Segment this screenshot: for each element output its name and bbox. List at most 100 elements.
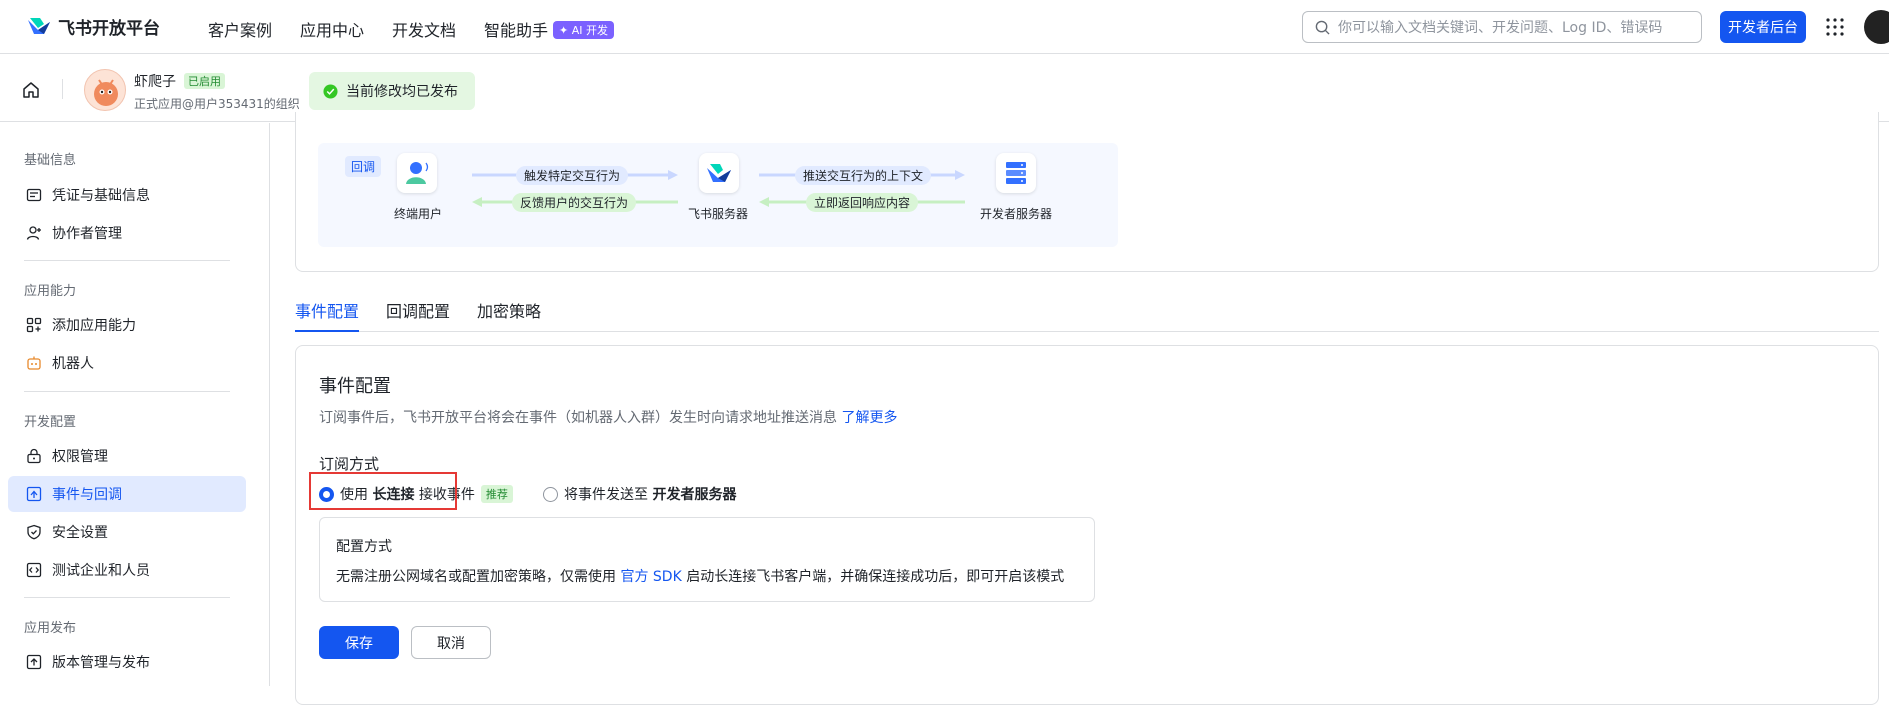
sidebar-section-app-capabilities: 应用能力 [24,284,77,299]
tab-callback-config[interactable]: 回调配置 [386,298,450,332]
radio-option-developer-server[interactable]: 将事件发送至 开发者服务器 [543,484,736,504]
sidebar-item-security[interactable]: 安全设置 [8,514,246,550]
feishu-logo-icon [707,164,731,182]
save-button[interactable]: 保存 [319,626,399,659]
config-mode-box [319,517,1095,602]
sidebar-divider [24,391,230,392]
brand-logo[interactable]: 飞书开放平台 [26,14,160,39]
end-user-node [397,153,437,193]
sidebar-divider [24,597,230,598]
learn-more-link[interactable]: 了解更多 [841,410,897,426]
sidebar-section-app-release: 应用发布 [24,621,77,636]
search-input[interactable]: 你可以输入文档关键词、开发问题、Log ID、错误码 [1302,11,1702,43]
feishu-server-node [699,153,739,193]
description-text: 订阅事件后，飞书开放平台将会在事件（如机器人入群）发生时向请求地址推送消息 [319,410,837,426]
user-avatar[interactable] [1864,10,1889,44]
mode-desc-text: 无需注册公网域名或配置加密策略，仅需使用 [336,569,616,585]
callback-tag: 回调 [345,156,382,177]
end-user-label: 终端用户 [394,207,443,221]
sidebar-item-label: 凭证与基础信息 [52,188,150,204]
sidebar-item-label: 机器人 [52,356,94,372]
sidebar-item-label: 协作者管理 [52,226,122,242]
feishu-logo-icon [28,17,50,34]
option-prefix: 将事件发送至 [564,487,648,503]
sidebar: 基础信息 凭证与基础信息 协作者管理 应用能力 添加应用能力 机器人 开发配置 … [0,123,270,686]
ai-badge: ✦ AI 开发 [553,21,614,39]
nav-link-customer-cases[interactable]: 客户案例 [208,17,272,41]
subscribe-method-label: 订阅方式 [319,455,380,473]
app-avatar [84,69,126,111]
sidebar-item-label: 测试企业和人员 [52,563,150,579]
app-organization: 正式应用@用户353431的组织 [134,97,300,111]
sidebar-item-label: 安全设置 [52,525,108,541]
publish-status-tag: 当前修改均已发布 [309,72,475,110]
section-title: 事件配置 [319,376,391,397]
home-icon[interactable] [22,81,40,99]
highlight-box [309,472,457,510]
upload-icon [26,654,42,670]
flow-label-return-response: 立即返回响应内容 [806,193,919,212]
official-sdk-link[interactable]: 官方 SDK [620,569,681,585]
sidebar-item-test-org[interactable]: 测试企业和人员 [8,552,246,588]
tab-event-config[interactable]: 事件配置 [295,298,360,332]
apps-grid-icon[interactable] [1826,18,1844,36]
sidebar-divider [24,260,230,261]
sidebar-item-version-release[interactable]: 版本管理与发布 [8,644,246,680]
shrimp-avatar-icon [94,79,118,106]
developer-server-node [996,153,1036,193]
top-navbar: 飞书开放平台 客户案例 应用中心 开发文档 智能助手 ✦ AI 开发 你可以输入文… [0,0,1889,54]
sidebar-item-label: 权限管理 [52,449,108,465]
event-icon [26,486,42,502]
sidebar-section-dev-config: 开发配置 [24,415,77,430]
option-bold: 开发者服务器 [652,487,737,503]
sidebar-item-events-callbacks[interactable]: 事件与回调 [8,476,246,512]
recommend-badge: 推荐 [480,485,513,503]
nav-link-app-center[interactable]: 应用中心 [300,17,364,41]
config-tabs: 事件配置 回调配置 加密策略 [295,292,1879,332]
brand-name: 飞书开放平台 [58,19,160,39]
tab-encryption-strategy[interactable]: 加密策略 [477,298,541,332]
user-icon [406,162,429,184]
header-divider [62,79,63,99]
sidebar-item-label: 添加应用能力 [52,318,136,334]
section-description: 订阅事件后，飞书开放平台将会在事件（如机器人入群）发生时向请求地址推送消息 了解… [319,407,897,427]
sidebar-item-label: 版本管理与发布 [52,655,150,671]
nav-link-smart-assistant[interactable]: 智能助手 ✦ AI 开发 [484,17,614,41]
nav-link-dev-docs[interactable]: 开发文档 [392,17,456,41]
app-status-badge: 已启用 [184,73,225,89]
sidebar-section-basic-info: 基础信息 [24,153,77,168]
sidebar-item-collaborators[interactable]: 协作者管理 [8,215,246,251]
apps-add-icon [26,317,42,333]
radio-unselected-icon[interactable] [543,486,558,502]
check-circle-icon [323,83,338,99]
flow-label-trigger: 触发特定交互行为 [516,166,629,185]
publish-status-text: 当前修改均已发布 [346,84,458,100]
sidebar-item-credentials[interactable]: 凭证与基础信息 [8,177,246,213]
robot-icon [27,356,41,370]
server-icon [1006,162,1026,184]
sidebar-item-add-capability[interactable]: 添加应用能力 [8,307,246,343]
option-text: 将事件发送至 开发者服务器 [564,484,736,504]
nav-link-label: 智能助手 [484,21,549,40]
developer-console-button[interactable]: 开发者后台 [1720,11,1806,43]
flow-label-push-context: 推送交互行为的上下文 [795,166,932,185]
feishu-server-label: 飞书服务器 [688,207,749,221]
sidebar-item-permissions[interactable]: 权限管理 [8,438,246,474]
sidebar-item-label: 事件与回调 [52,487,122,503]
user-add-icon [26,226,41,240]
flow-label-feedback: 反馈用户的交互行为 [512,193,637,212]
developer-server-label: 开发者服务器 [980,207,1053,221]
lock-icon [27,448,41,464]
app-name: 虾爬子 [134,74,176,90]
ai-badge-label: AI 开发 [571,24,608,37]
cancel-button[interactable]: 取消 [411,626,491,659]
mode-desc-text: 启动长连接飞书客户端，并确保连接成功后，即可开启该模式 [686,569,1065,585]
code-icon [26,562,42,578]
shield-icon [27,524,41,540]
sidebar-item-bot[interactable]: 机器人 [8,345,246,381]
credential-icon [26,188,42,202]
search-icon [1315,20,1330,35]
search-placeholder: 你可以输入文档关键词、开发问题、Log ID、错误码 [1338,20,1663,36]
config-mode-description: 无需注册公网域名或配置加密策略，仅需使用 官方 SDK 启动长连接飞书客户端，并… [336,566,1064,586]
config-mode-title: 配置方式 [336,539,392,555]
